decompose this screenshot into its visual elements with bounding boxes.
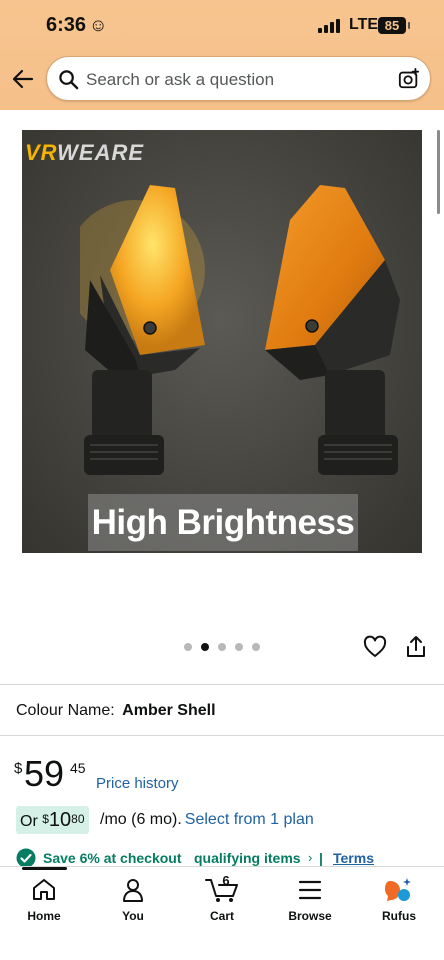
separator: | [319, 850, 323, 866]
search-icon [59, 70, 79, 90]
nav-home[interactable]: Home [9, 877, 79, 923]
price-fraction: 45 [70, 760, 86, 776]
top-bar: 6:36 ☺ LTE 85 [0, 0, 444, 110]
nav-you-label: You [122, 909, 144, 923]
rufus-icon [385, 878, 411, 901]
brand-logo: VRWEARE [25, 140, 145, 165]
nav-browse-label: Browse [288, 909, 332, 923]
price-whole: 59 [24, 753, 65, 794]
back-arrow-icon[interactable] [10, 66, 36, 92]
divider [0, 684, 444, 685]
search-input[interactable] [86, 66, 386, 93]
colour-selector[interactable]: Colour Name: Amber Shell [16, 702, 216, 720]
installment-suffix: /mo (6 mo). [100, 811, 182, 828]
heart-icon[interactable] [363, 635, 387, 659]
nav-browse[interactable]: Browse [275, 877, 345, 923]
select-plan-link[interactable]: Select from 1 plan [185, 811, 314, 828]
signal-strength-icon [318, 19, 344, 33]
cart-count: 6 [222, 873, 230, 888]
colour-label: Colour Name: [16, 702, 115, 719]
nav-home-label: Home [27, 909, 61, 923]
active-tab-indicator [22, 867, 67, 870]
colour-value: Amber Shell [122, 702, 216, 719]
carousel-dot[interactable] [235, 643, 243, 651]
network-type: LTE [349, 16, 379, 33]
status-time: 6:36 ☺ [46, 14, 107, 37]
carousel-dot[interactable] [252, 643, 260, 651]
scrollbar[interactable] [437, 130, 440, 214]
focus-mode-icon: ☺ [89, 15, 108, 35]
cart-icon-wrap: 6 [205, 873, 239, 903]
product-image[interactable]: VRWEARE High Brightness [22, 130, 422, 553]
installment-badge: Or $1080 [16, 806, 89, 834]
check-circle-icon [16, 848, 36, 868]
image-overlay-text: High Brightness [88, 494, 358, 551]
camera-search-icon[interactable] [398, 68, 420, 90]
person-icon [123, 879, 143, 902]
turn-signal-lamp-right [265, 185, 400, 475]
installment-whole: 10 [48, 809, 72, 831]
qualifying-items-link[interactable]: qualifying items [194, 850, 301, 866]
nav-you[interactable]: You [98, 877, 168, 923]
search-bar[interactable] [46, 56, 431, 101]
chevron-right-icon: › [308, 850, 313, 865]
nav-rufus[interactable]: Rufus [364, 877, 434, 923]
installment-details: /mo (6 mo). Select from 1 plan [100, 806, 314, 834]
installment-prefix: Or [20, 813, 38, 830]
nav-rufus-label: Rufus [382, 909, 416, 923]
price-history-link[interactable]: Price history [96, 775, 179, 792]
time-text: 6:36 [46, 14, 87, 36]
nav-cart[interactable]: 6 Cart [187, 873, 257, 923]
status-bar: 6:36 ☺ LTE 85 [0, 0, 444, 52]
nav-cart-label: Cart [209, 909, 234, 923]
installment-fraction: 80 [71, 812, 85, 826]
installment-currency: $ [42, 812, 49, 826]
share-icon[interactable] [405, 635, 427, 659]
bottom-nav: Home You 6 Cart Browse Rufus [0, 866, 444, 960]
savings-text: Save 6% at checkout [43, 850, 182, 866]
terms-link[interactable]: Terms [333, 850, 374, 866]
carousel-dot-active[interactable] [201, 643, 209, 651]
menu-icon [298, 880, 322, 900]
turn-signal-lamp-left [80, 185, 205, 475]
battery-icon: 85 [378, 17, 410, 34]
home-icon [33, 879, 55, 900]
carousel-dot[interactable] [218, 643, 226, 651]
price-currency: $ [14, 760, 23, 777]
divider [0, 735, 444, 736]
carousel-dot[interactable] [184, 643, 192, 651]
